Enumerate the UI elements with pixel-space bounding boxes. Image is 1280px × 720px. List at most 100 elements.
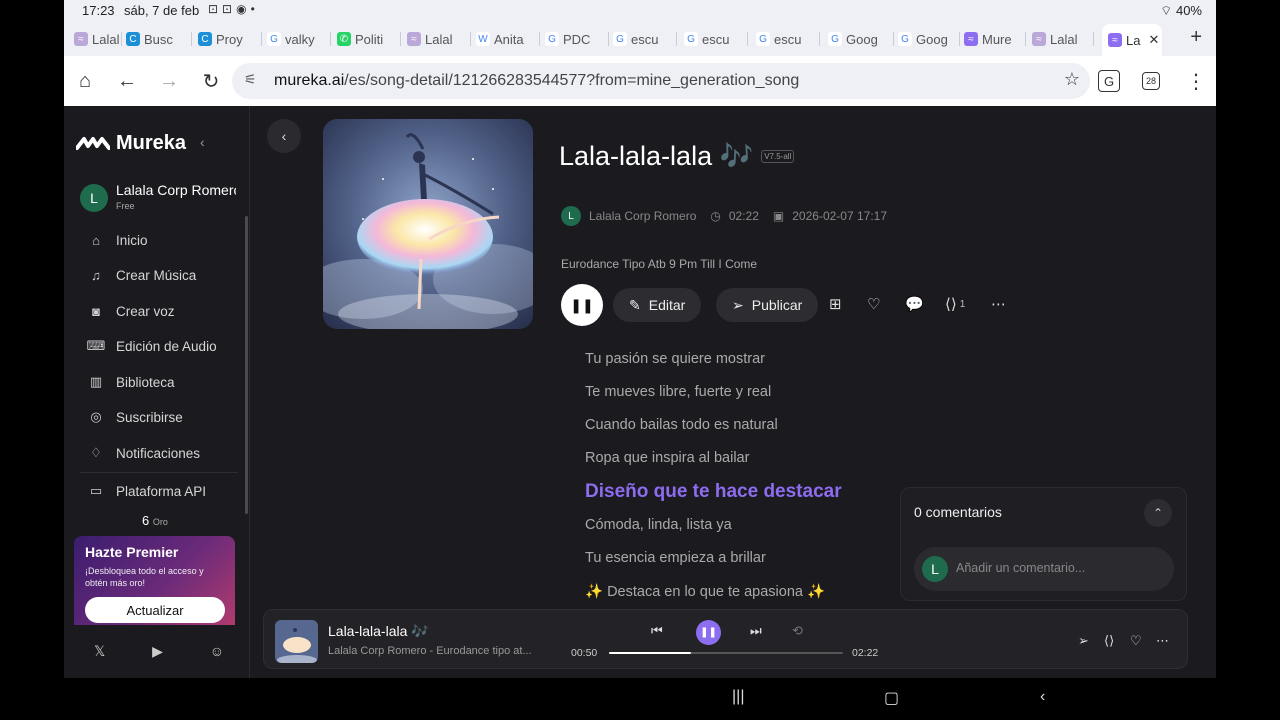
browser-tab[interactable]: ✆ Politi [337, 26, 401, 52]
music-note-icon: ♫ [91, 267, 101, 283]
mureka-logo[interactable]: Mureka [76, 132, 186, 155]
bell-icon: ♢ [90, 445, 102, 460]
lyric-line[interactable]: ✨ Destaca en lo que te apasiona ✨ [585, 583, 825, 600]
back-button[interactable]: ‹ [267, 119, 301, 153]
chevron-up-icon[interactable]: ⌃ [1144, 499, 1172, 527]
sidebar-item-crear-voz[interactable]: ◙ Crear voz [88, 299, 174, 323]
browser-tab[interactable]: C Busc [126, 26, 192, 52]
back-chevron-icon[interactable]: ‹ [1040, 688, 1045, 706]
tab-label: Goog [846, 31, 878, 47]
tab-strip: ≈ Lalal C Busc C Proy Gvalky ✆ Politi ≈ Lalal W Anit… [64, 22, 1216, 56]
heart-icon[interactable]: ♡ [1130, 633, 1142, 649]
publish-button[interactable]: ➢ Publicar [716, 288, 819, 322]
player-subtitle: Lalala Corp Romero - Eurodance tipo at..… [328, 645, 532, 657]
browser-tab[interactable]: ≈ Lalal [1032, 26, 1094, 52]
tab-separator [893, 32, 894, 46]
browser-tab[interactable]: ≈ La ✕ [1102, 24, 1162, 56]
browser-tab[interactable]: G Goog [828, 26, 894, 52]
tab-separator [1025, 32, 1026, 46]
lyric-line[interactable]: Cómoda, linda, lista ya [585, 517, 732, 533]
collapse-sidebar-icon[interactable]: ‹ [200, 134, 205, 150]
status-time: 17:23 [82, 3, 115, 18]
google-icon: G [545, 32, 559, 46]
upgrade-button[interactable]: Actualizar [85, 597, 225, 623]
repeat-icon[interactable]: ⟲ [792, 623, 803, 639]
address-bar[interactable]: ⚟ mureka.ai/es/song-detail/1212662835445… [232, 63, 1090, 99]
bookmark-star-icon[interactable]: ☆ [1064, 69, 1080, 90]
share-button[interactable]: ⟨⟩ 1 [945, 295, 965, 313]
sidebar-item-suscribirse[interactable]: ◎ Suscribirse [88, 405, 183, 429]
more-options-icon[interactable]: ⋯ [991, 295, 1006, 313]
song-genre: Eurodance Tipo Atb 9 Pm Till I Come [561, 257, 758, 271]
sidebar-item-label: Suscribirse [116, 409, 183, 425]
browser-tab[interactable]: Gescu [613, 26, 677, 52]
sidebar-item-notificaciones[interactable]: ♢ Notificaciones [88, 441, 200, 465]
tab-label: Goog [916, 31, 948, 47]
comment-input[interactable]: L Añadir un comentario... [914, 547, 1174, 591]
premium-description: ¡Desbloquea todo el acceso y obtén más o… [85, 566, 204, 588]
site-info-icon[interactable]: ⚟ [244, 71, 257, 88]
tab-count-button[interactable]: 28 [1142, 72, 1160, 90]
comment-icon[interactable]: 💬 [905, 295, 924, 313]
reload-icon[interactable]: ↻ [199, 69, 223, 93]
browser-tab[interactable]: ≈ Mure [964, 26, 1026, 52]
browser-tab[interactable]: Gescu [684, 26, 748, 52]
youtube-icon[interactable]: ▶ [152, 643, 163, 660]
home-icon[interactable]: ⌂ [73, 69, 97, 93]
lyric-line[interactable]: Tu esencia empieza a brillar [585, 550, 766, 566]
browser-tab[interactable]: C Proy [198, 26, 262, 52]
lyric-line[interactable]: Cuando bailas todo es natural [585, 417, 778, 433]
browser-tab[interactable]: Gvalky [267, 26, 331, 52]
lyric-line[interactable]: Tu pasión se quiere mostrar [585, 351, 765, 367]
lyrics-panel: Tu pasión se quiere mostrar Te mueves lib… [585, 343, 915, 606]
google-icon: G [684, 32, 698, 46]
user-profile[interactable]: L Lalala Corp Romero Free [80, 182, 240, 216]
artist-name[interactable]: Lalala Corp Romero [589, 209, 696, 223]
previous-track-icon[interactable]: ⏮ [651, 623, 663, 639]
forward-arrow-icon[interactable]: → [157, 69, 181, 93]
tab-separator [959, 32, 960, 46]
new-tab-icon[interactable]: + [1190, 26, 1202, 49]
discord-icon[interactable]: ☺ [210, 643, 224, 660]
recent-apps-icon[interactable]: ||| [732, 688, 744, 706]
send-icon[interactable]: ➢ [1078, 633, 1089, 649]
next-track-icon[interactable]: ⏭ [750, 623, 762, 639]
sidebar-item-api[interactable]: ▭ Plataforma API [88, 479, 206, 503]
sidebar-scrollbar[interactable] [245, 216, 248, 514]
url-text[interactable]: mureka.ai/es/song-detail/121266283544577… [274, 72, 799, 90]
share-icon[interactable]: ⟨⟩ [1104, 633, 1114, 649]
c-icon: C [198, 32, 212, 46]
user-name: Lalala Corp Romero [116, 182, 236, 198]
tab-label: Lalal [1050, 31, 1078, 47]
sidebar-divider [80, 472, 238, 473]
menu-kebab-icon[interactable]: ⋮ [1184, 69, 1208, 93]
browser-tab[interactable]: G Goog [898, 26, 960, 52]
social-links: 𝕏 ▶ ☺ [94, 643, 224, 660]
browser-tab[interactable]: G PDC [545, 26, 609, 52]
x-twitter-icon[interactable]: 𝕏 [94, 643, 105, 660]
player-pause-button[interactable]: ❚❚ [696, 620, 721, 645]
browser-tab[interactable]: Gescu [756, 26, 820, 52]
back-arrow-icon[interactable]: ← [115, 69, 139, 93]
progress-bar[interactable] [609, 652, 843, 654]
mini-player: Lala-lala-lala 🎶 Lalala Corp Romero - Eu… [263, 609, 1188, 669]
notification-icons: ⊡⊡◉• [208, 2, 259, 16]
edit-button[interactable]: ✎ Editar [613, 288, 702, 322]
home-circle-icon[interactable]: ▢ [884, 688, 899, 708]
sidebar-item-biblioteca[interactable]: ▥ Biblioteca [88, 370, 175, 394]
current-lyric-line[interactable]: Diseño que te hace destacar [585, 481, 842, 503]
pause-button[interactable]: ❚❚ [561, 284, 603, 326]
heart-icon[interactable]: ♡ [867, 295, 880, 313]
browser-tab[interactable]: ≈ Lalal [74, 26, 122, 52]
close-tab-icon[interactable]: ✕ [1148, 32, 1159, 48]
browser-tab[interactable]: W Anita [476, 26, 540, 52]
more-options-icon[interactable]: ⋯ [1156, 633, 1169, 649]
sidebar-item-inicio[interactable]: ⌂ Inicio [88, 228, 147, 252]
add-to-playlist-icon[interactable]: ⊞ [829, 295, 842, 313]
lyric-line[interactable]: Te mueves libre, fuerte y real [585, 384, 771, 400]
lyric-line[interactable]: Ropa que inspira al bailar [585, 450, 749, 466]
translate-icon[interactable]: G [1098, 70, 1120, 92]
sidebar-item-crear-m-sica[interactable]: ♫ Crear Música [88, 263, 196, 287]
browser-tab[interactable]: ≈ Lalal [407, 26, 471, 52]
sidebar-item-edici-n-de-audio[interactable]: ⌨ Edición de Audio [87, 334, 217, 358]
